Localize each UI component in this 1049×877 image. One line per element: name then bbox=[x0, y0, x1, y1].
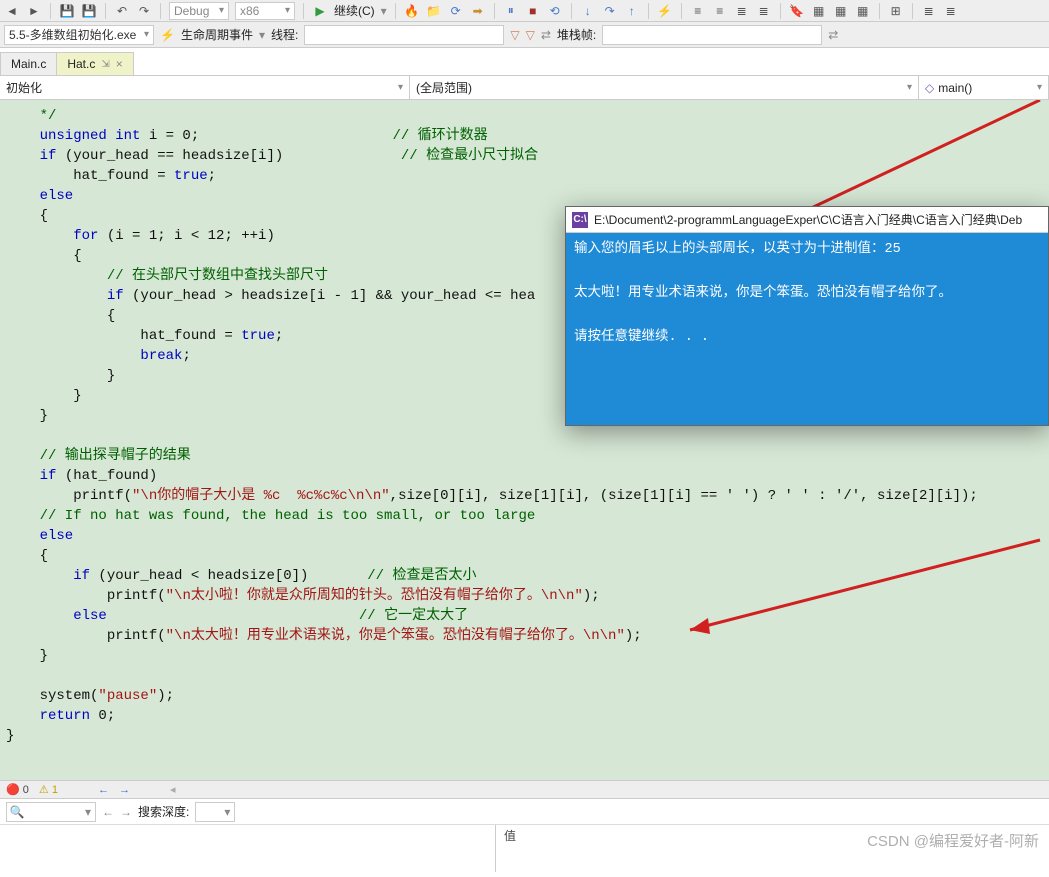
scope-mid-label: (全局范围) bbox=[416, 79, 472, 96]
platform-label: x86 bbox=[240, 4, 259, 18]
save-all-icon[interactable]: 💾 bbox=[81, 3, 97, 19]
tab-hat-label: Hat.c bbox=[67, 57, 95, 71]
comment-icon[interactable]: ≣ bbox=[756, 3, 772, 19]
tab-main-label: Main.c bbox=[11, 57, 46, 71]
console-title-text: E:\Document\2-programmLanguageExper\C\C语… bbox=[594, 211, 1022, 228]
tab-hat[interactable]: Hat.c ⇲ × bbox=[56, 52, 133, 75]
scope-mid[interactable]: (全局范围) bbox=[410, 76, 919, 99]
console-output: 输入您的眉毛以上的头部周长，以英寸为十进制值：25 太大啦！用专业术语来说，你是… bbox=[566, 233, 1048, 355]
refresh-icon[interactable]: ⟳ bbox=[448, 3, 464, 19]
process-label: 5.5-多维数组初始化.exe bbox=[9, 26, 136, 43]
continue-label[interactable]: 继续(C) bbox=[334, 2, 375, 19]
save-icon[interactable]: 💾 bbox=[59, 3, 75, 19]
nav-back2-icon[interactable]: ← bbox=[102, 805, 114, 819]
misc4-icon[interactable]: ⊞ bbox=[888, 3, 904, 19]
config-label: Debug bbox=[174, 4, 209, 18]
watermark-text: CSDN @编程爱好者-阿新 bbox=[867, 830, 1039, 851]
method-icon: ◇ bbox=[925, 81, 934, 95]
restart-icon[interactable]: ⟲ bbox=[547, 3, 563, 19]
folder-icon[interactable]: 📁 bbox=[426, 3, 442, 19]
scope-right[interactable]: ◇ main() bbox=[919, 76, 1049, 99]
process-combo[interactable]: 5.5-多维数组初始化.exe bbox=[4, 25, 154, 45]
search-icon: 🔍 bbox=[7, 805, 27, 819]
nav-fwd-icon[interactable]: ► bbox=[26, 3, 42, 19]
console-window[interactable]: C:\ E:\Document\2-programmLanguageExper\… bbox=[565, 206, 1049, 426]
undo-icon[interactable]: ↶ bbox=[114, 3, 130, 19]
nav-fwd2-icon[interactable]: → bbox=[120, 805, 132, 819]
code-editor[interactable]: */ unsigned int i = 0; // 循环计数器 if (your… bbox=[0, 100, 1049, 780]
search-row: 🔍 ▾ ← → 搜索深度: ▾ bbox=[0, 799, 1049, 825]
misc3-icon[interactable]: ▦ bbox=[855, 3, 871, 19]
indent-icon[interactable]: ≡ bbox=[690, 3, 706, 19]
scope-bar: 初始化 (全局范围) ◇ main() bbox=[0, 76, 1049, 100]
scope-right-label: main() bbox=[938, 81, 972, 95]
misc5-icon[interactable]: ≣ bbox=[921, 3, 937, 19]
show-next-icon[interactable]: ➡ bbox=[470, 3, 486, 19]
toggle-icon[interactable]: ⚡ bbox=[657, 3, 673, 19]
nav-prev-icon[interactable]: ← bbox=[98, 784, 109, 796]
editor-tabs: Main.c Hat.c ⇲ × bbox=[0, 48, 1049, 76]
console-titlebar[interactable]: C:\ E:\Document\2-programmLanguageExper\… bbox=[566, 207, 1048, 233]
step-into-icon[interactable]: ↓ bbox=[580, 3, 596, 19]
filter2-icon[interactable]: ▽ bbox=[526, 28, 535, 42]
thread-combo[interactable] bbox=[304, 25, 504, 45]
search-depth-combo[interactable]: ▾ bbox=[195, 802, 235, 822]
redo-icon[interactable]: ↷ bbox=[136, 3, 152, 19]
debug-toolbar: 5.5-多维数组初始化.exe ⚡ 生命周期事件 ▾ 线程: ▽ ▽ ⇄ 堆栈帧… bbox=[0, 22, 1049, 48]
pause-icon[interactable]: ⏸ bbox=[503, 3, 519, 19]
bookmark-icon[interactable]: 🔖 bbox=[789, 3, 805, 19]
code-content: */ unsigned int i = 0; // 循环计数器 if (your… bbox=[0, 100, 1049, 752]
misc1-icon[interactable]: ▦ bbox=[811, 3, 827, 19]
hot-reload-icon[interactable]: 🔥 bbox=[404, 3, 420, 19]
error-status-bar: 🔴 0 ⚠ 1 ← → ◂ bbox=[0, 780, 1049, 798]
console-icon: C:\ bbox=[572, 212, 588, 228]
nav-back-icon[interactable]: ◄ bbox=[4, 3, 20, 19]
main-toolbar: ◄ ► 💾 💾 ↶ ↷ Debug x86 ▶ 继续(C) ▾ 🔥 📁 ⟳ ➡ … bbox=[0, 0, 1049, 22]
close-icon[interactable]: × bbox=[116, 57, 123, 71]
stackframe-label: 堆栈帧: bbox=[557, 26, 596, 43]
swap2-icon[interactable]: ⇄ bbox=[828, 28, 838, 42]
continue-icon[interactable]: ▶ bbox=[312, 3, 328, 19]
stop-icon[interactable]: ■ bbox=[525, 3, 541, 19]
outdent-icon[interactable]: ≡ bbox=[712, 3, 728, 19]
scope-left[interactable]: 初始化 bbox=[0, 76, 410, 99]
lifecycle-label: 生命周期事件 bbox=[181, 26, 253, 43]
value-column-header[interactable]: 值 bbox=[496, 825, 524, 872]
error-count[interactable]: 🔴 0 bbox=[6, 783, 29, 796]
thread-label: 线程: bbox=[271, 26, 298, 43]
misc2-icon[interactable]: ▦ bbox=[833, 3, 849, 19]
scroll-left-icon[interactable]: ◂ bbox=[170, 783, 176, 796]
config-combo[interactable]: Debug bbox=[169, 2, 229, 20]
pin-icon[interactable]: ⇲ bbox=[101, 59, 109, 70]
step-out-icon[interactable]: ↑ bbox=[624, 3, 640, 19]
swap-icon[interactable]: ⇄ bbox=[541, 28, 551, 42]
lightning-icon[interactable]: ⚡ bbox=[160, 28, 175, 42]
step-over-icon[interactable]: ↷ bbox=[602, 3, 618, 19]
search-depth-label: 搜索深度: bbox=[138, 803, 189, 820]
warning-count[interactable]: ⚠ 1 bbox=[39, 783, 58, 796]
misc6-icon[interactable]: ≣ bbox=[943, 3, 959, 19]
platform-combo[interactable]: x86 bbox=[235, 2, 295, 20]
tab-main[interactable]: Main.c bbox=[0, 52, 57, 75]
scope-left-label: 初始化 bbox=[6, 79, 42, 96]
format-icon[interactable]: ≣ bbox=[734, 3, 750, 19]
stackframe-combo[interactable] bbox=[602, 25, 822, 45]
filter-icon[interactable]: ▽ bbox=[510, 28, 519, 42]
nav-next-icon[interactable]: → bbox=[119, 784, 130, 796]
search-input[interactable]: 🔍 ▾ bbox=[6, 802, 96, 822]
